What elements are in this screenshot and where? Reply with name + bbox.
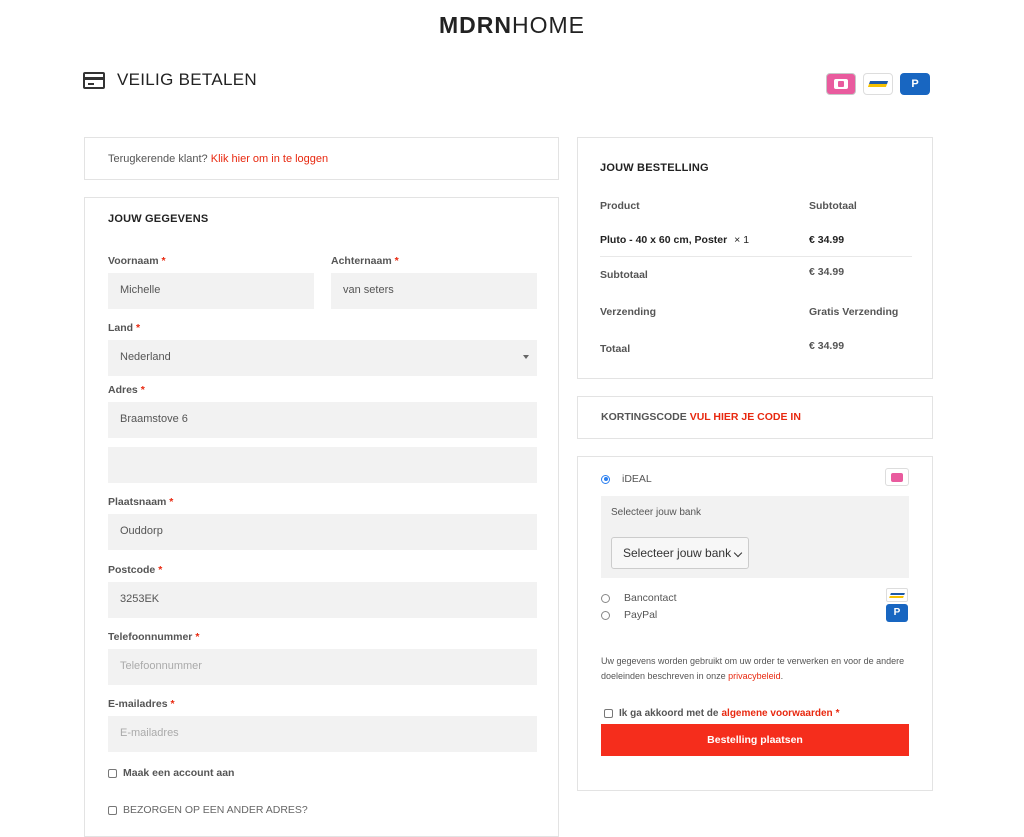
terms-link[interactable]: algemene voorwaarden <box>721 708 832 719</box>
page-title: VEILIG BETALEN <box>117 70 257 89</box>
postcode-label: Postcode * <box>108 564 163 576</box>
bank-prompt: Selecteer jouw bank <box>611 507 702 518</box>
subtotal-value: € 34.99 <box>809 266 845 278</box>
plaatsnaam-input[interactable]: Ouddorp <box>108 514 537 550</box>
paypal-icon: P <box>900 73 930 95</box>
email-input[interactable]: E-mailadres <box>108 716 537 752</box>
paypal-radio[interactable] <box>601 610 610 620</box>
bancontact-logo-icon <box>886 588 908 602</box>
adres-label: Adres * <box>108 384 145 396</box>
bank-select[interactable]: Selecteer jouw bank <box>611 537 749 569</box>
place-order-button[interactable]: Bestelling plaatsen <box>601 724 909 756</box>
item-qty: × 1 <box>734 234 750 246</box>
terms-text: Ik ga akkoord met de <box>619 708 719 719</box>
payment-section: iDEAL Selecteer jouw bank Selecteer jouw… <box>577 456 933 791</box>
terms-row[interactable]: Ik ga akkoord met de algemene voorwaarde… <box>604 708 840 719</box>
adres-input-2[interactable] <box>108 447 537 483</box>
bank-select-area: Selecteer jouw bank Selecteer jouw bank <box>601 496 909 578</box>
achternaam-input[interactable]: van seters <box>331 273 537 309</box>
plaatsnaam-label: Plaatsnaam * <box>108 496 174 508</box>
dropdown-arrow-icon <box>523 355 529 359</box>
ideal-icon <box>826 73 856 95</box>
coupon-section: KORTINGSCODE VUL HIER JE CODE IN <box>577 396 933 439</box>
create-account-row[interactable]: Maak een account aan <box>108 767 234 779</box>
brand-light: HOME <box>512 12 585 38</box>
credit-card-icon <box>83 71 105 89</box>
paypal-label: PayPal <box>624 609 658 621</box>
bank-select-value: Selecteer jouw bank <box>623 546 732 560</box>
shipping-label: Verzending <box>600 306 657 318</box>
paypal-option[interactable]: PayPal <box>601 609 657 621</box>
order-summary: JOUW BESTELLING Product Subtotaal Pluto … <box>577 137 933 379</box>
ship-elsewhere-checkbox[interactable] <box>108 805 117 815</box>
email-label: E-mailadres * <box>108 698 175 710</box>
postcode-input[interactable]: 3253EK <box>108 582 537 618</box>
brand-bold: MDRN <box>439 12 512 38</box>
telefoon-input[interactable]: Telefoonnummer <box>108 649 537 685</box>
voornaam-input[interactable]: Michelle <box>108 273 314 309</box>
bancontact-option[interactable]: Bancontact <box>601 592 677 604</box>
details-heading: JOUW GEGEVENS <box>108 213 209 225</box>
land-label: Land * <box>108 322 141 334</box>
terms-checkbox[interactable] <box>604 709 613 718</box>
privacy-notice: Uw gegevens worden gebruikt om uw order … <box>601 656 905 681</box>
details-section: JOUW GEGEVENS Voornaam * Michelle Achter… <box>84 197 559 837</box>
ideal-radio[interactable] <box>601 474 610 484</box>
telefoon-label: Telefoonnummer * <box>108 631 200 643</box>
returning-customer-notice: Terugkerende klant? Klik hier om in te l… <box>84 137 559 180</box>
adres-input[interactable]: Braamstove 6 <box>108 402 537 438</box>
land-select[interactable]: Nederland <box>108 340 537 376</box>
ship-elsewhere-row[interactable]: BEZORGEN OP EEN ANDER ADRES? <box>108 804 308 816</box>
item-name: Pluto - 40 x 60 cm, Poster <box>600 234 728 246</box>
coupon-row: KORTINGSCODE VUL HIER JE CODE IN <box>601 411 801 423</box>
privacy-link[interactable]: privacybeleid <box>728 671 781 681</box>
login-link[interactable]: Klik hier om in te loggen <box>211 153 328 165</box>
bancontact-label: Bancontact <box>624 592 677 604</box>
col-subtotal: Subtotaal <box>809 200 857 212</box>
login-text: Terugkerende klant? <box>108 153 208 165</box>
create-account-label: Maak een account aan <box>123 767 235 779</box>
item-price: € 34.99 <box>809 234 845 246</box>
ideal-option[interactable]: iDEAL <box>601 473 652 485</box>
subtotal-label: Subtotaal <box>600 269 648 281</box>
bancontact-radio[interactable] <box>601 593 610 603</box>
order-divider <box>600 256 912 257</box>
terms-required: * <box>835 708 840 719</box>
ideal-logo-icon <box>885 468 909 486</box>
payment-methods: P <box>826 73 930 95</box>
land-value: Nederland <box>120 351 171 363</box>
ship-elsewhere-label: BEZORGEN OP EEN ANDER ADRES? <box>123 804 308 816</box>
coupon-label: KORTINGSCODE <box>601 411 687 423</box>
order-item: Pluto - 40 x 60 cm, Poster × 1 <box>600 234 749 246</box>
create-account-checkbox[interactable] <box>108 768 117 778</box>
bancontact-icon <box>863 73 893 95</box>
coupon-link[interactable]: VUL HIER JE CODE IN <box>690 411 801 423</box>
chevron-down-icon <box>733 548 743 558</box>
voornaam-label: Voornaam * <box>108 255 166 267</box>
paypal-logo-icon: P <box>886 604 908 622</box>
achternaam-label: Achternaam * <box>331 255 399 267</box>
total-label: Totaal <box>600 343 631 355</box>
total-value: € 34.99 <box>809 340 845 352</box>
col-product: Product <box>600 200 640 212</box>
page-header: VEILIG BETALEN <box>83 70 257 90</box>
ideal-label: iDEAL <box>622 473 652 485</box>
brand-logo[interactable]: MDRNHOME <box>0 12 1024 39</box>
shipping-value: Gratis Verzending <box>809 306 899 318</box>
order-heading: JOUW BESTELLING <box>600 162 709 174</box>
